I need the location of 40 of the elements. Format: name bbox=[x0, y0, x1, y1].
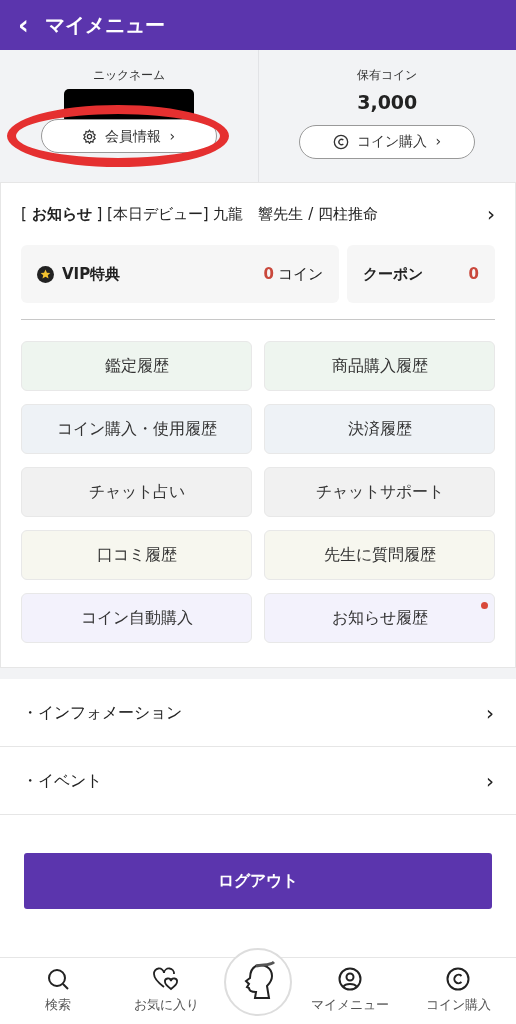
coin-balance: 3,000 bbox=[357, 90, 418, 115]
menu-tile[interactable]: 鑑定履歴 bbox=[21, 341, 252, 391]
notice-text[interactable]: [ お知らせ ] [本日デビュー] 九龍 響先生 / 四柱推命 bbox=[21, 202, 379, 226]
menu-tile[interactable]: コイン購入・使用履歴 bbox=[21, 404, 252, 454]
hearts-icon bbox=[152, 967, 180, 991]
menu-tile[interactable]: チャット占い bbox=[21, 467, 252, 517]
buy-coins-button[interactable]: コイン購入 › bbox=[299, 124, 476, 159]
menu-tile[interactable]: チャットサポート bbox=[264, 467, 495, 517]
coin-icon bbox=[333, 133, 350, 150]
back-button[interactable]: ‹ bbox=[18, 12, 29, 38]
search-icon bbox=[46, 967, 70, 991]
vip-coin-count: 0 コイン bbox=[263, 263, 323, 285]
vip-label: VIP特典 bbox=[62, 263, 121, 285]
person-icon bbox=[338, 967, 362, 991]
menu-tile[interactable]: 先生に質問履歴 bbox=[264, 530, 495, 580]
nav-tab[interactable]: マイメニュー bbox=[300, 966, 400, 1016]
chevron-icon: › bbox=[487, 199, 495, 229]
member-info-button[interactable]: 会員情報 › bbox=[40, 119, 217, 153]
vip-benefits-card[interactable]: VIP特典 0 コイン bbox=[21, 245, 339, 303]
page-title: マイメニュー bbox=[44, 12, 165, 39]
coin-icon bbox=[446, 967, 470, 991]
menu-tile[interactable]: 商品購入履歴 bbox=[264, 341, 495, 391]
nav-tab[interactable]: コイン購入 bbox=[408, 966, 508, 1016]
nav-tab[interactable]: 検索 bbox=[8, 966, 108, 1016]
chevron-icon: › bbox=[486, 697, 494, 728]
nav-tab[interactable]: お気に入り bbox=[116, 966, 216, 1016]
coupon-count: 0 bbox=[468, 263, 479, 285]
menu-tile[interactable]: 決済履歴 bbox=[264, 404, 495, 454]
chevron-icon: › bbox=[486, 765, 494, 796]
nickname-label: ニックネーム bbox=[92, 67, 165, 84]
logout-button[interactable]: ログアウト bbox=[24, 853, 492, 909]
menu-tile[interactable]: コイン自動購入 bbox=[21, 593, 252, 643]
coupon-card[interactable]: クーポン 0 bbox=[347, 245, 495, 303]
gear-icon bbox=[82, 128, 98, 144]
menu-tile[interactable]: 口コミ履歴 bbox=[21, 530, 252, 580]
menu-link[interactable]: ・インフォメーション bbox=[22, 700, 182, 725]
coupon-label: クーポン bbox=[363, 263, 423, 285]
menu-tile[interactable]: お知らせ履歴 bbox=[264, 593, 495, 643]
menu-link[interactable]: ・イベント bbox=[22, 768, 102, 793]
coins-label: 保有コイン bbox=[357, 67, 418, 84]
